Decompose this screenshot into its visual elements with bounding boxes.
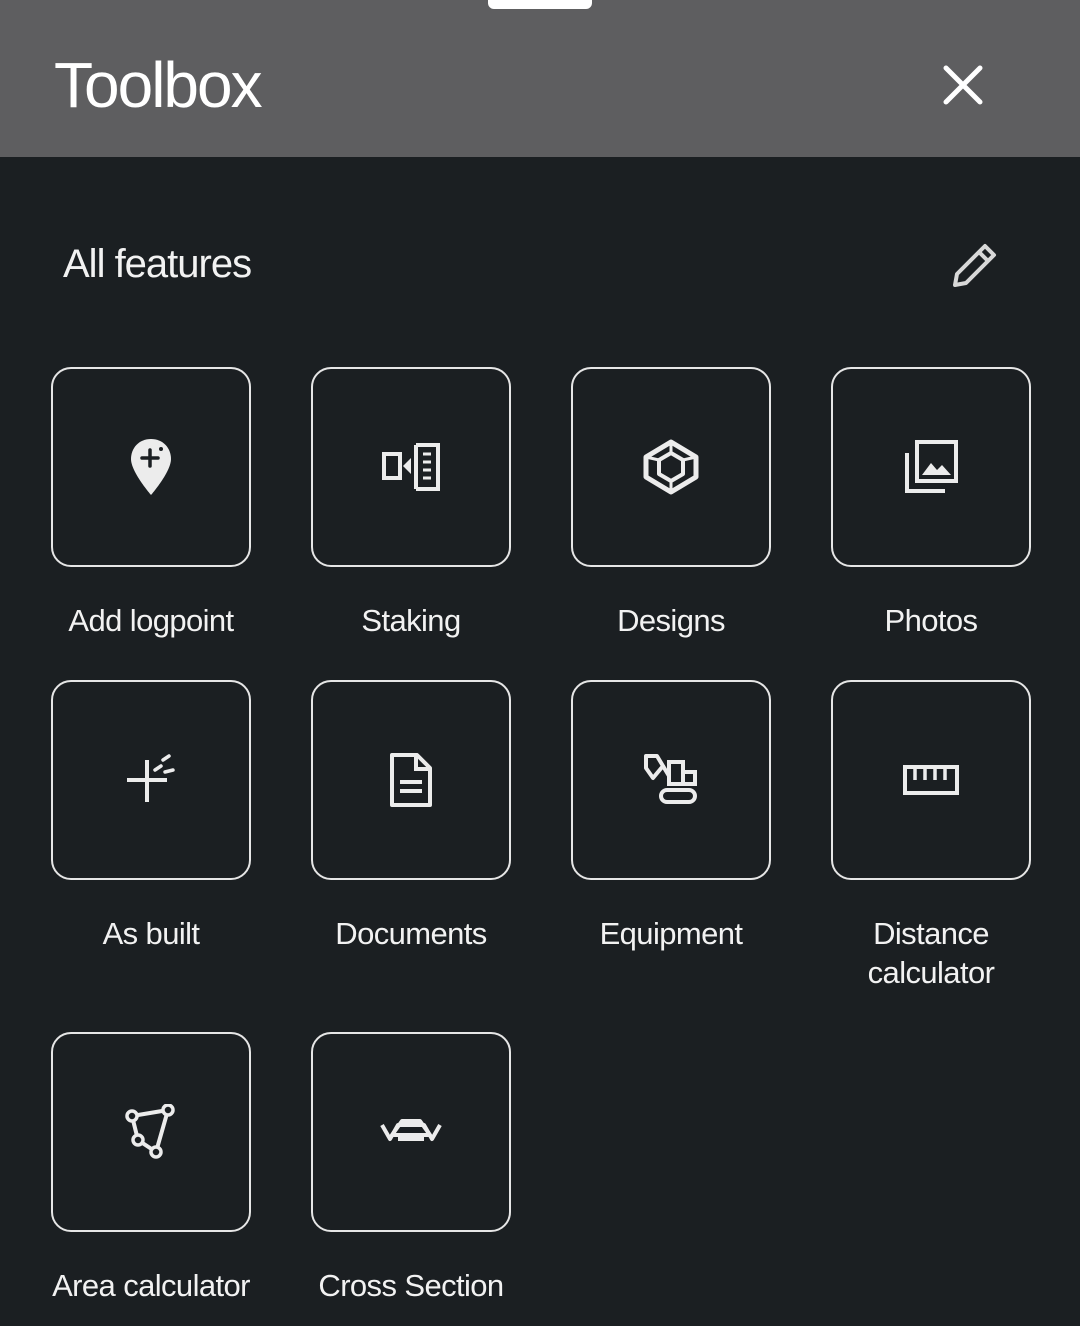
photo-library-icon — [905, 440, 958, 493]
feature-tile[interactable] — [51, 367, 251, 567]
feature-tile[interactable] — [51, 1032, 251, 1232]
feature-designs[interactable]: Designs — [571, 367, 771, 680]
feature-label: As built — [102, 916, 200, 951]
section-title: All features — [63, 242, 252, 286]
feature-area-calculator[interactable]: Area calculator — [51, 1032, 251, 1326]
feature-label: Documents — [335, 916, 487, 951]
feature-tile[interactable] — [571, 680, 771, 880]
excavator-icon — [644, 754, 697, 804]
cross-section-icon — [380, 1119, 442, 1141]
feature-label: Add logpoint — [68, 603, 234, 638]
feature-label: Designs — [617, 603, 725, 638]
feature-equipment[interactable]: Equipment — [571, 680, 771, 1032]
feature-add-logpoint[interactable]: Add logpoint — [51, 367, 251, 680]
feature-tile[interactable] — [571, 367, 771, 567]
document-icon — [390, 753, 432, 807]
close-icon — [943, 65, 983, 105]
feature-label: Photos — [884, 603, 979, 638]
map-pin-plus-icon — [131, 439, 171, 495]
cube-icon — [643, 439, 699, 495]
close-button[interactable] — [936, 58, 990, 112]
ruler-icon — [903, 765, 959, 795]
feature-tile[interactable] — [51, 680, 251, 880]
feature-as-built[interactable]: As built — [51, 680, 251, 1032]
page-title: Toolbox — [54, 49, 263, 121]
feature-tile[interactable] — [311, 680, 511, 880]
sparkle-plus-icon — [127, 754, 175, 802]
edit-button[interactable] — [944, 234, 1006, 296]
feature-label: Equipment — [599, 916, 743, 951]
feature-photos[interactable]: Photos — [831, 367, 1031, 680]
feature-label: Area calculator — [52, 1268, 250, 1303]
features-grid: Add logpoint Staking Designs Photos As b… — [51, 367, 1031, 1326]
feature-tile[interactable] — [311, 367, 511, 567]
toolbox-sheet: Toolbox All features Add logpoint Stakin… — [0, 0, 1080, 1326]
polygon-icon — [125, 1104, 175, 1159]
feature-label: Staking — [361, 603, 461, 638]
feature-label: Cross Section — [318, 1268, 504, 1303]
feature-distance-calculator[interactable]: Distance calculator — [831, 680, 1031, 1032]
drag-handle[interactable] — [488, 0, 592, 9]
feature-tile[interactable] — [311, 1032, 511, 1232]
staking-icon — [382, 443, 440, 491]
pencil-icon — [953, 244, 996, 287]
feature-label: Distance calculator — [867, 916, 995, 990]
feature-tile[interactable] — [831, 680, 1031, 880]
feature-tile[interactable] — [831, 367, 1031, 567]
feature-staking[interactable]: Staking — [311, 367, 511, 680]
sheet-header: Toolbox — [0, 0, 1080, 157]
feature-documents[interactable]: Documents — [311, 680, 511, 1032]
feature-cross-section[interactable]: Cross Section — [311, 1032, 511, 1326]
